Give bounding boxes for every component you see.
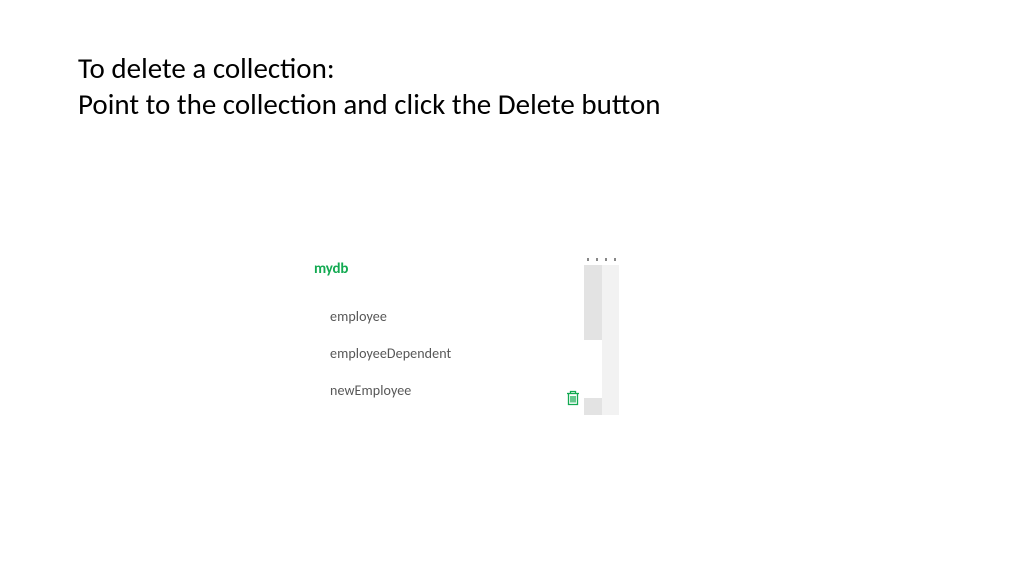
top-mark bbox=[614, 258, 616, 261]
instruction-line-1: To delete a collection: bbox=[78, 50, 661, 86]
top-mark bbox=[587, 258, 589, 261]
top-mark bbox=[605, 258, 607, 261]
top-mark bbox=[596, 258, 598, 261]
scrollbar-top-marks bbox=[584, 258, 619, 263]
trash-icon[interactable] bbox=[566, 390, 580, 406]
database-name[interactable]: mydb bbox=[314, 260, 614, 278]
collection-item-employee[interactable]: employee bbox=[314, 298, 614, 335]
scrollbar-highlight bbox=[584, 340, 602, 398]
scrollbar-area bbox=[584, 258, 619, 418]
instruction-line-2: Point to the collection and click the De… bbox=[78, 86, 661, 122]
scrollbar-secondary[interactable] bbox=[602, 265, 619, 415]
collection-item-employeeDependent[interactable]: employeeDependent bbox=[314, 335, 614, 372]
database-panel: mydb employee employeeDependent newEmplo… bbox=[314, 260, 614, 409]
instruction-heading: To delete a collection: Point to the col… bbox=[78, 50, 661, 123]
